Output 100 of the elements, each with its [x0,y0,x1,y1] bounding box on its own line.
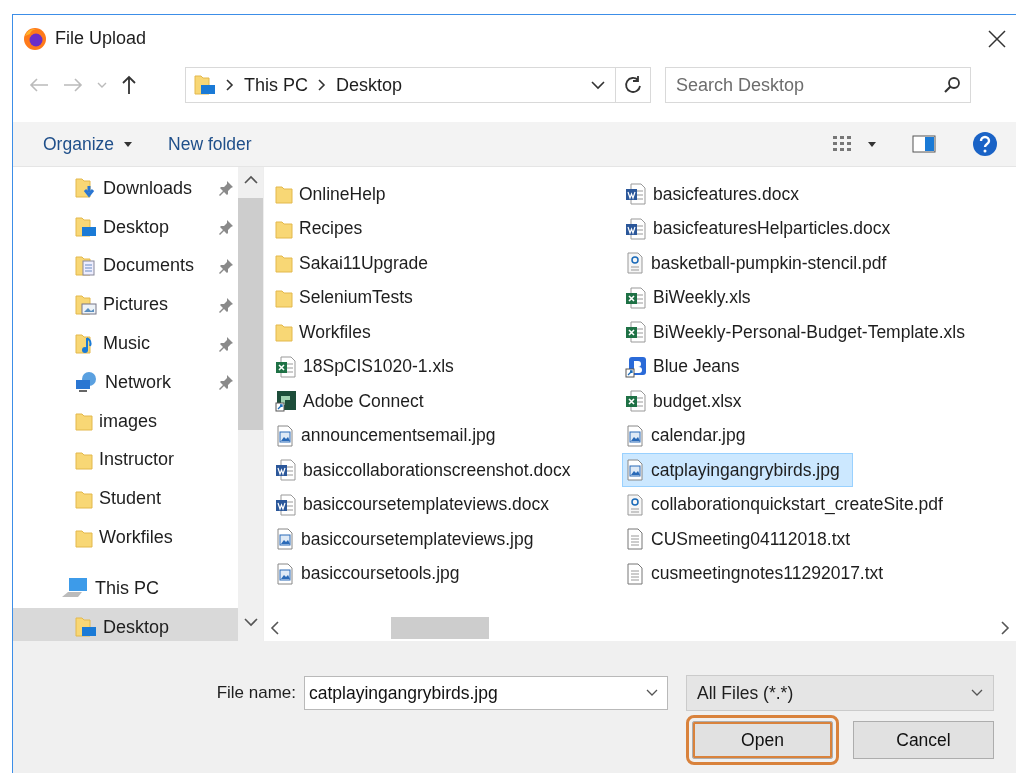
folder-icon [275,218,293,239]
file-item[interactable]: 18SpCIS1020-1.xls [272,349,463,384]
file-item[interactable]: basiccollaborationscreenshot.docx [272,453,580,488]
help-icon[interactable] [972,131,998,157]
scrollbar-thumb[interactable] [391,617,489,639]
chevron-down-icon[interactable] [646,689,658,697]
text-file-icon [625,528,645,551]
file-item[interactable]: basicfeaturesHelparticles.docx [622,211,900,246]
scroll-left-icon[interactable] [270,621,279,635]
file-item[interactable]: BiWeekly.xls [622,280,760,315]
sidebar-item[interactable]: Documents [13,246,238,286]
toolbar-button[interactable]: Organize [29,127,146,161]
sidebar-item[interactable]: Network [13,363,238,402]
file-item[interactable]: budget.xlsx [622,384,751,419]
file-type-dropdown[interactable]: All Files (*.*) [686,675,994,711]
breadcrumb-item[interactable]: This PC [244,74,308,96]
folder-icon [75,411,93,432]
spreadsheet-file-icon [275,355,297,378]
preview-pane-icon[interactable] [912,135,936,153]
sidebar-item[interactable]: Pictures [13,285,238,325]
address-bar[interactable]: This PC Desktop [185,67,651,103]
view-options-icon[interactable] [832,134,854,154]
pin-icon [218,335,234,352]
spreadsheet-file-icon [625,321,647,344]
sidebar-item[interactable]: Downloads [13,169,238,208]
file-item[interactable]: BiWeekly-Personal-Budget-Template.xls [622,315,974,350]
app-shortcut-icon [625,355,647,378]
word-document-icon [275,493,297,516]
window-title: File Upload [55,28,148,49]
pin-icon [218,219,234,236]
pin-icon [218,296,234,313]
chevron-down-icon [971,689,983,697]
toolbar-button[interactable]: New folder [154,127,266,161]
word-document-icon [275,459,297,482]
file-item[interactable]: Workfiles [272,315,380,350]
file-item[interactable]: SeleniumTests [272,280,422,315]
file-item[interactable]: announcementsemail.jpg [272,418,505,453]
pin-icon [218,258,234,274]
folder-icon [275,184,293,205]
computer-icon [61,577,89,600]
file-item[interactable]: catplayingangrybirds.jpg [622,453,853,488]
breadcrumb-item[interactable]: Desktop [336,74,403,96]
file-item[interactable]: Recipes [272,211,372,246]
file-item[interactable]: basiccoursetemplateviews.jpg [272,522,543,557]
scroll-right-icon[interactable] [1001,621,1010,635]
file-item[interactable]: calendar.jpg [622,418,755,453]
chevron-right-icon [226,79,234,91]
image-file-icon [625,459,645,482]
sidebar-item[interactable]: Desktop [13,207,238,247]
network-icon [75,371,99,394]
scrollbar-thumb[interactable] [238,198,263,430]
file-item[interactable]: Sakai11Upgrade [272,246,438,281]
search-icon[interactable] [943,76,961,94]
file-item[interactable]: Adobe Connect [272,384,433,419]
file-item[interactable]: basicfeatures.docx [622,177,808,212]
app-shortcut-icon [275,390,297,413]
pin-icon [218,374,234,391]
scroll-up-icon[interactable] [243,175,258,184]
pdf-file-icon [625,493,645,516]
folder-icon [75,488,93,509]
pictures-folder-icon [75,293,97,316]
pin-icon [218,180,234,197]
pdf-file-icon [625,252,645,275]
sidebar-item[interactable]: Desktop [13,607,238,641]
file-item[interactable]: CUSmeeting04112018.txt [622,522,860,557]
chevron-right-icon [318,79,326,91]
image-file-icon [275,424,295,447]
dialog-button[interactable]: Cancel [853,721,994,759]
word-document-icon [625,183,647,206]
file-item[interactable]: OnlineHelp [272,177,395,212]
sidebar-item[interactable]: Student [13,479,238,519]
desktop-folder-icon [75,616,97,639]
caret-icon[interactable] [868,141,876,147]
chevron-down-icon[interactable] [591,80,605,90]
search-field[interactable]: Search Desktop [665,67,971,103]
file-item[interactable]: collaborationquickstart_createSite.pdf [622,487,952,522]
close-icon[interactable] [988,29,1006,48]
file-item[interactable]: basketball-pumpkin-stencil.pdf [622,246,896,281]
word-document-icon [625,217,647,240]
sidebar-item[interactable]: images [13,401,238,441]
sidebar-item[interactable]: This PC [13,568,238,608]
file-item[interactable]: basiccoursetools.jpg [272,556,469,591]
folder-icon [75,449,93,470]
refresh-icon[interactable] [624,75,642,95]
file-item[interactable]: basiccoursetemplateviews.docx [272,487,559,522]
file-item[interactable]: cusmeetingnotes11292017.txt [622,556,893,591]
desktop-folder-icon [194,74,216,96]
file-item[interactable]: Blue Jeans [622,349,749,384]
folder-icon [275,287,293,308]
image-file-icon [625,424,645,447]
image-file-icon [275,562,295,585]
sidebar-item[interactable]: Workfiles [13,518,238,557]
scroll-down-icon[interactable] [243,618,258,627]
image-file-icon [275,528,295,551]
sidebar-item[interactable]: Music [13,324,238,363]
spreadsheet-file-icon [625,286,647,309]
up-arrow-icon[interactable] [121,75,137,95]
file-name-field[interactable]: catplayingangrybirds.jpg [304,676,668,710]
sidebar-item[interactable]: Instructor [13,440,238,480]
spreadsheet-file-icon [625,390,647,413]
